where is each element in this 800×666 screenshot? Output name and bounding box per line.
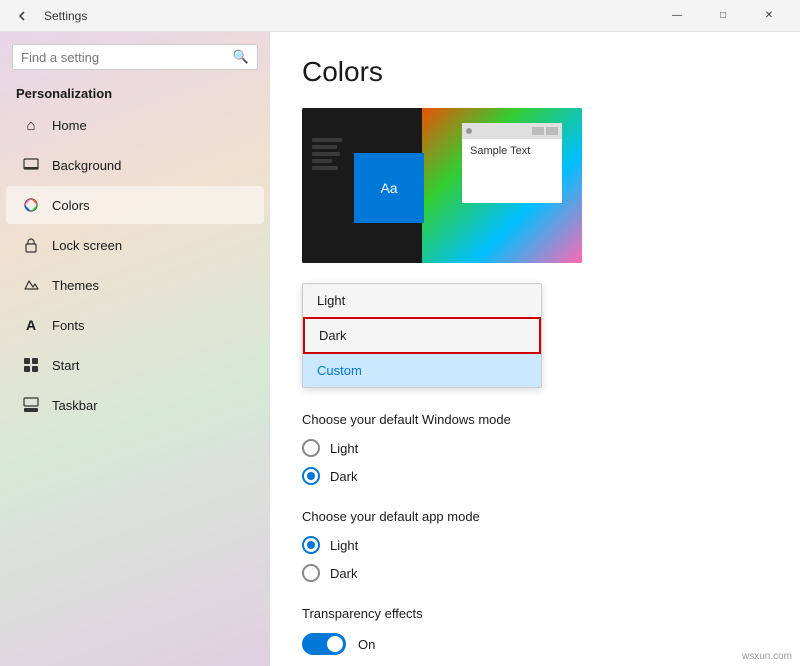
preview-title-btns: [532, 127, 558, 135]
preview-title-bar: [462, 123, 562, 139]
search-container[interactable]: 🔍: [12, 44, 258, 70]
radio-circle-app-dark: [302, 564, 320, 582]
app-mode-dark[interactable]: Dark: [302, 564, 768, 582]
title-bar-left: Settings: [8, 2, 87, 30]
windows-mode-dark-label: Dark: [330, 469, 357, 484]
preview-sample-text: Sample Text: [462, 139, 562, 163]
sidebar-section-title: Personalization: [0, 78, 270, 105]
background-icon: [22, 156, 40, 174]
windows-mode-section: Choose your default Windows mode Light D…: [302, 412, 768, 485]
preview-dot: [466, 128, 472, 134]
title-bar: Settings — □ ✕: [0, 0, 800, 32]
sidebar-item-taskbar[interactable]: Taskbar: [6, 386, 264, 424]
dropdown-container: Light Dark Custom: [302, 283, 768, 388]
windows-mode-light-label: Light: [330, 441, 358, 456]
home-icon: ⌂: [22, 116, 40, 134]
preview-btn: [546, 127, 558, 135]
search-input[interactable]: [21, 50, 233, 65]
dropdown-option-light[interactable]: Light: [303, 284, 541, 317]
app-mode-heading: Choose your default app mode: [302, 509, 768, 524]
back-button[interactable]: [8, 2, 36, 30]
title-bar-controls: — □ ✕: [654, 0, 792, 32]
app-mode-dark-label: Dark: [330, 566, 357, 581]
maximize-button[interactable]: □: [700, 0, 746, 32]
color-mode-dropdown[interactable]: Light Dark Custom: [302, 283, 542, 388]
transparency-toggle[interactable]: [302, 633, 346, 655]
sidebar-item-label-colors: Colors: [52, 198, 90, 213]
sidebar-item-lockscreen[interactable]: Lock screen: [6, 226, 264, 264]
preview-image: Aa Sample Text: [302, 108, 582, 263]
transparency-toggle-label: On: [358, 637, 375, 652]
sidebar-item-label-background: Background: [52, 158, 121, 173]
preview-container: Aa Sample Text: [302, 108, 582, 263]
stripe-line: [312, 145, 337, 149]
toggle-knob: [327, 636, 343, 652]
stripe-line: [312, 159, 332, 163]
preview-white-window: Sample Text: [462, 123, 562, 203]
minimize-button[interactable]: —: [654, 0, 700, 32]
fonts-icon: A: [22, 316, 40, 334]
stripe-line: [312, 166, 338, 170]
sidebar-item-label-lockscreen: Lock screen: [52, 238, 122, 253]
start-icon: [22, 356, 40, 374]
preview-blue-tile: Aa: [354, 153, 424, 223]
lock-icon: [22, 236, 40, 254]
close-button[interactable]: ✕: [746, 0, 792, 32]
sidebar-item-label-home: Home: [52, 118, 87, 133]
sidebar-item-label-start: Start: [52, 358, 79, 373]
radio-circle-dark: [302, 467, 320, 485]
sidebar: 🔍 Personalization ⌂ Home Background Colo…: [0, 32, 270, 666]
dropdown-option-custom[interactable]: Custom: [303, 354, 541, 387]
stripe-line: [312, 138, 342, 142]
page-title: Colors: [302, 56, 768, 88]
sidebar-item-label-taskbar: Taskbar: [52, 398, 98, 413]
taskbar-icon: [22, 396, 40, 414]
window-title: Settings: [44, 9, 87, 23]
radio-circle-app-light: [302, 536, 320, 554]
sidebar-item-themes[interactable]: Themes: [6, 266, 264, 304]
app-mode-light-label: Light: [330, 538, 358, 553]
themes-icon: [22, 276, 40, 294]
windows-mode-heading: Choose your default Windows mode: [302, 412, 768, 427]
dropdown-option-dark[interactable]: Dark: [303, 317, 541, 354]
windows-mode-radio-group: Light Dark: [302, 439, 768, 485]
sidebar-item-home[interactable]: ⌂ Home: [6, 106, 264, 144]
colors-icon: [22, 196, 40, 214]
preview-btn: [532, 127, 544, 135]
sidebar-item-colors[interactable]: Colors: [6, 186, 264, 224]
search-icon: 🔍: [233, 49, 249, 65]
app-mode-radio-group: Light Dark: [302, 536, 768, 582]
radio-circle-light: [302, 439, 320, 457]
sidebar-item-label-fonts: Fonts: [52, 318, 85, 333]
app-mode-light[interactable]: Light: [302, 536, 768, 554]
sidebar-item-background[interactable]: Background: [6, 146, 264, 184]
stripe-line: [312, 152, 340, 156]
watermark: wsxun.com: [742, 651, 792, 662]
transparency-heading: Transparency effects: [302, 606, 768, 621]
preview-stripes: [312, 138, 347, 170]
app-mode-section: Choose your default app mode Light Dark: [302, 509, 768, 582]
windows-mode-dark[interactable]: Dark: [302, 467, 768, 485]
transparency-section: Transparency effects On: [302, 606, 768, 655]
sidebar-item-fonts[interactable]: A Fonts: [6, 306, 264, 344]
content-area: Colors Aa: [270, 32, 800, 666]
windows-mode-light[interactable]: Light: [302, 439, 768, 457]
sidebar-item-label-themes: Themes: [52, 278, 99, 293]
transparency-toggle-row: On: [302, 633, 768, 655]
sidebar-item-start[interactable]: Start: [6, 346, 264, 384]
app-body: 🔍 Personalization ⌂ Home Background Colo…: [0, 32, 800, 666]
